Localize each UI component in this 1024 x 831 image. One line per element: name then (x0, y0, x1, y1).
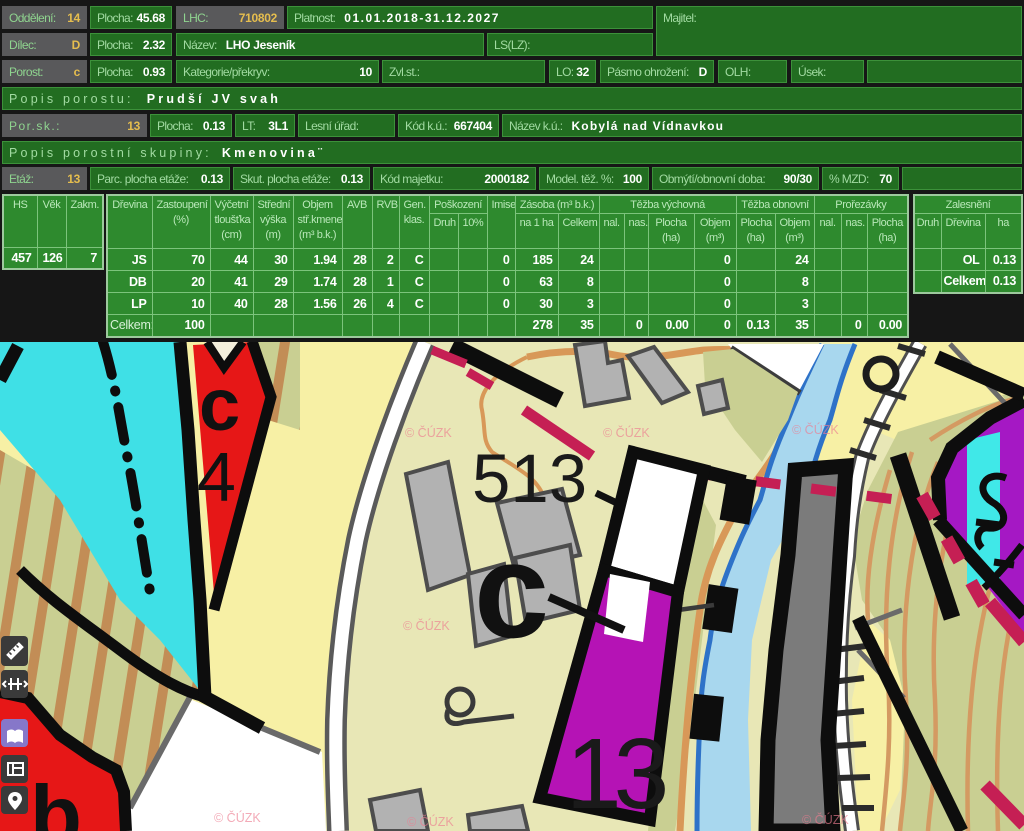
svg-text:c: c (199, 363, 240, 446)
svg-text:13: 13 (566, 718, 666, 830)
svg-text:© ČÚZK: © ČÚZK (407, 814, 454, 829)
svg-text:© ČÚZK: © ČÚZK (792, 422, 839, 437)
svg-text:© ČÚZK: © ČÚZK (802, 812, 849, 827)
svg-text:4: 4 (197, 438, 236, 516)
svg-text:© ČÚZK: © ČÚZK (403, 618, 450, 633)
svg-text:© ČÚZK: © ČÚZK (405, 425, 452, 440)
svg-text:513: 513 (472, 440, 587, 517)
svg-text:c: c (474, 515, 549, 666)
svg-text:© ČÚZK: © ČÚZK (603, 425, 650, 440)
svg-text:© ČÚZK: © ČÚZK (214, 810, 261, 825)
